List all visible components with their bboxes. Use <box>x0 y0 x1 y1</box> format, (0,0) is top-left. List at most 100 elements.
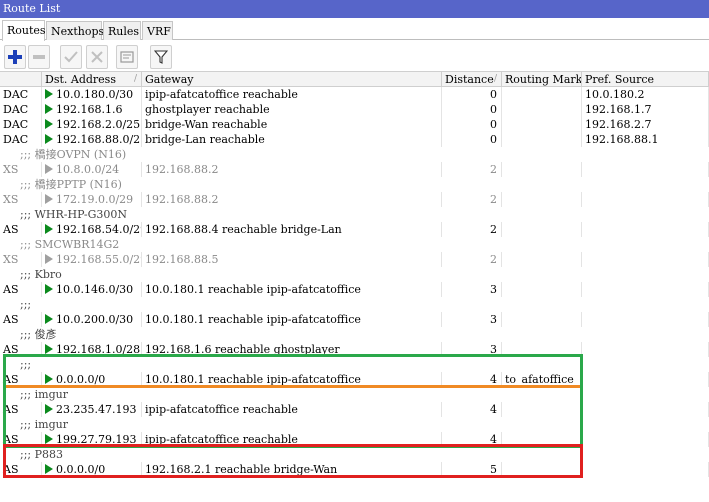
column-header-pref-source[interactable]: Pref. Source <box>582 72 709 87</box>
x-icon <box>91 51 103 63</box>
route-flag-icon <box>45 164 53 174</box>
tab-routes[interactable]: Routes <box>2 20 46 41</box>
table-row[interactable]: DAC 192.168.2.0/25 bridge-Wan reachable 0 19… <box>0 117 709 132</box>
gateway-cell: ipip-afatcatoffice reachable <box>142 87 442 102</box>
route-comment: ;;; <box>20 358 32 371</box>
flags-cell: AS <box>0 432 42 447</box>
dst-address-text: 199.27.79.193 <box>56 433 137 446</box>
table-row[interactable]: AS 0.0.0.0/0 192.168.2.1 reachable bridge-… <box>0 462 709 477</box>
gateway-cell: 192.168.1.6 reachable ghostplayer <box>142 342 442 357</box>
comment-row[interactable]: ;;; 俊彥 <box>0 327 709 342</box>
dst-address-cell: 192.168.54.0/29 <box>42 222 142 237</box>
pref-source-cell: 10.0.180.2 <box>582 87 709 102</box>
dst-address-cell: 10.0.180.0/30 <box>42 87 142 102</box>
distance-cell: 4 <box>442 402 502 417</box>
distance-cell: 0 <box>442 132 502 147</box>
dst-address-cell: 192.168.55.0/29 <box>42 252 142 267</box>
filter-icon <box>154 50 168 64</box>
route-flag-icon <box>45 464 53 474</box>
dst-address-text: 172.19.0.0/29 <box>56 193 134 206</box>
comment-row[interactable]: ;;; imgur <box>0 417 709 432</box>
check-icon <box>64 51 78 63</box>
distance-cell: 5 <box>442 462 502 477</box>
comment-row[interactable]: ;;; imgur <box>0 387 709 402</box>
route-comment: ;;; <box>20 298 32 311</box>
filter-button[interactable] <box>150 45 172 69</box>
dst-address-text: 192.168.2.0/25 <box>56 118 141 131</box>
flags-cell: AS <box>0 342 42 357</box>
table-row[interactable]: AS 10.0.200.0/30 10.0.180.1 reachable ipip… <box>0 312 709 327</box>
table-row[interactable]: AS 192.168.1.0/28 192.168.1.6 reachable gh… <box>0 342 709 357</box>
distance-cell: 4 <box>442 432 502 447</box>
dst-address-text: 10.0.146.0/30 <box>56 283 134 296</box>
sort-icon: / <box>133 74 137 84</box>
dst-address-text: 10.0.200.0/30 <box>56 313 134 326</box>
comment-button[interactable] <box>116 45 138 69</box>
table-row[interactable]: DAC 192.168.1.6 ghostplayer reachable 0 192.… <box>0 102 709 117</box>
flags-cell: AS <box>0 222 42 237</box>
tab-bar: Routes Nexthops Rules VRF <box>0 20 709 41</box>
column-header-distance[interactable]: Distance / <box>442 72 502 87</box>
distance-cell: 0 <box>442 117 502 132</box>
table-row[interactable]: XS 192.168.55.0/29 192.168.88.5 2 <box>0 252 709 267</box>
comment-row[interactable]: ;;; <box>0 297 709 312</box>
distance-cell: 0 <box>442 102 502 117</box>
tab-vrf[interactable]: VRF <box>142 21 173 40</box>
gateway-cell: ghostplayer reachable <box>142 102 442 117</box>
disable-button[interactable] <box>86 45 108 69</box>
flags-cell: AS <box>0 462 42 477</box>
table-row[interactable]: DAC 192.168.88.0/25 bridge-Lan reachable 0 1… <box>0 132 709 147</box>
table-row[interactable]: AS 23.235.47.193 ipip-afatcatoffice reacha… <box>0 402 709 417</box>
comment-row[interactable]: ;;; <box>0 357 709 372</box>
table-row[interactable]: XS 10.8.0.0/24 192.168.88.2 2 <box>0 162 709 177</box>
distance-cell: 3 <box>442 342 502 357</box>
table-row[interactable]: DAC 10.0.180.0/30 ipip-afatcatoffice reach… <box>0 87 709 102</box>
tab-nexthops[interactable]: Nexthops <box>46 21 104 40</box>
dst-address-text: 192.168.1.0/28 <box>56 343 141 356</box>
route-comment: ;;; SMCWBR14G2 <box>20 238 120 251</box>
enable-button[interactable] <box>60 45 82 69</box>
pref-source-cell <box>582 312 709 327</box>
comment-row[interactable]: ;;; SMCWBR14G2 <box>0 237 709 252</box>
table-row[interactable]: AS 0.0.0.0/0 10.0.180.1 reachable ipip-afa… <box>0 372 709 387</box>
dst-address-text: 0.0.0.0/0 <box>56 373 106 386</box>
table-row[interactable]: AS 10.0.146.0/30 10.0.180.1 reachable ipip… <box>0 282 709 297</box>
route-comment: ;;; 橋接PPTP (N16) <box>20 178 122 191</box>
dst-address-cell: 192.168.88.0/25 <box>42 132 142 147</box>
remove-button[interactable] <box>28 45 50 69</box>
comment-row[interactable]: ;;; Kbro <box>0 267 709 282</box>
routing-mark-cell: to_afatoffice <box>502 372 582 387</box>
route-comment: ;;; WHR-HP-G300N <box>20 208 128 221</box>
dst-address-text: 10.8.0.0/24 <box>56 163 120 176</box>
flags-cell: XS <box>0 192 42 207</box>
pref-source-cell <box>582 432 709 447</box>
dst-address-text: 23.235.47.193 <box>56 403 137 416</box>
column-header-dst-address[interactable]: Dst. Address / <box>42 72 142 87</box>
comment-row[interactable]: ;;; 橋接PPTP (N16) <box>0 177 709 192</box>
comment-row[interactable]: ;;; WHR-HP-G300N <box>0 207 709 222</box>
dst-address-cell: 10.8.0.0/24 <box>42 162 142 177</box>
gateway-cell: 192.168.88.2 <box>142 162 442 177</box>
column-header-gateway[interactable]: Gateway <box>142 72 442 87</box>
column-header-routing-mark[interactable]: Routing Mark <box>502 72 582 87</box>
flags-cell: DAC <box>0 87 42 102</box>
route-comment: ;;; 俊彥 <box>20 328 57 341</box>
table-row[interactable]: AS 199.27.79.193 ipip-afatcatoffice reacha… <box>0 432 709 447</box>
routing-mark-cell <box>502 312 582 327</box>
routing-mark-cell <box>502 342 582 357</box>
column-label: Dst. Address <box>45 73 116 86</box>
tab-rules[interactable]: Rules <box>103 21 141 40</box>
comment-row[interactable]: ;;; P883 <box>0 447 709 462</box>
table-row[interactable]: AS 192.168.54.0/29 192.168.88.4 reachable … <box>0 222 709 237</box>
table-row[interactable]: XS 172.19.0.0/29 192.168.88.2 2 <box>0 192 709 207</box>
window-title: Route List <box>0 0 709 18</box>
distance-cell: 0 <box>442 87 502 102</box>
dst-address-text: 192.168.1.6 <box>56 103 123 116</box>
column-header-flags[interactable] <box>0 72 42 87</box>
flags-cell: AS <box>0 372 42 387</box>
pref-source-cell <box>582 252 709 267</box>
add-button[interactable] <box>4 45 26 69</box>
gateway-cell: 192.168.88.5 <box>142 252 442 267</box>
pref-source-cell <box>582 342 709 357</box>
comment-row[interactable]: ;;; 橋接OVPN (N16) <box>0 147 709 162</box>
